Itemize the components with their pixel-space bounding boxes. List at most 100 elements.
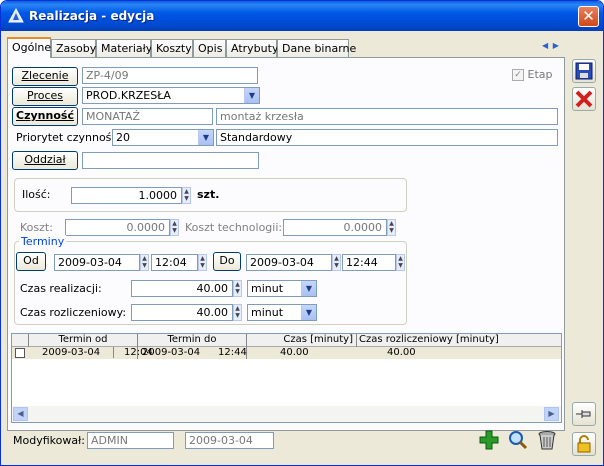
title-bar[interactable]: Realizacja - edycja ✕	[1, 1, 603, 31]
chevron-down-icon[interactable]: ▼	[244, 88, 259, 103]
do-button[interactable]: Do	[213, 252, 241, 271]
pin-icon	[576, 410, 591, 418]
od-date-spinner[interactable]: ▲ ▼	[140, 254, 149, 271]
modified-date-field[interactable]: 2009-03-04	[185, 432, 274, 449]
table-header: Termin od Termin do Czas [minuty] Czas r…	[12, 334, 561, 347]
czynnosc-name-field[interactable]: montaż krzesła	[216, 108, 558, 125]
header-czas[interactable]: Czas [minuty]	[247, 334, 357, 347]
x-icon	[575, 90, 593, 108]
magnifier-icon	[509, 431, 528, 450]
czas-rozl-unit: minut	[251, 306, 284, 319]
header-termin-do[interactable]: Termin do	[138, 334, 247, 347]
tab-materialy[interactable]: Materiały	[96, 39, 152, 57]
zlecenie-field[interactable]: ZP-4/09	[82, 67, 258, 84]
do-date-input[interactable]: 2009-03-04	[246, 254, 332, 271]
od-time-input[interactable]: 12:04	[151, 254, 198, 271]
header-select	[12, 334, 29, 347]
window-title: Realizacja - edycja	[29, 9, 155, 23]
chevron-down-icon[interactable]: ▼	[198, 130, 213, 145]
czas-rozl-label: Czas rozliczeniowy:	[20, 306, 127, 319]
header-czas-rozl[interactable]: Czas rozliczeniowy [minuty]	[357, 334, 561, 347]
od-time-spinner[interactable]: ▲ ▼	[198, 254, 207, 271]
priorytet-dropdown[interactable]: 20 ▼	[112, 129, 214, 146]
ilosc-input[interactable]: 1.0000	[71, 187, 182, 204]
cancel-button[interactable]	[572, 87, 596, 111]
zlecenie-label: Zlecenie	[21, 69, 69, 82]
scroll-left-icon[interactable]: ◀	[13, 407, 28, 421]
koszt-spinner[interactable]: ▲ ▼	[170, 219, 179, 236]
row-termin-do: 2009-03-04 12:44	[142, 347, 247, 359]
tab-ogolne[interactable]: Ogólne	[7, 37, 51, 58]
modified-label: Modyfikował:	[13, 434, 85, 447]
lock-button[interactable]	[572, 432, 596, 456]
koszt-tech-spinner[interactable]: ▲ ▼	[387, 219, 396, 236]
tab-opis[interactable]: Opis	[193, 39, 226, 57]
koszt-tech-label: Koszt technologii:	[185, 221, 283, 234]
oddzial-field[interactable]	[82, 152, 259, 169]
row-od-time: 12:04	[113, 347, 153, 358]
ilosc-unit: szt.	[197, 188, 220, 201]
plus-icon	[479, 430, 499, 450]
add-button[interactable]	[477, 429, 501, 453]
trash-button[interactable]	[535, 429, 559, 453]
proces-label: Proces	[27, 89, 63, 102]
tab-dane-binarne[interactable]: Dane binarne	[277, 39, 356, 57]
koszt-label: Koszt:	[20, 221, 53, 234]
chevron-down-icon[interactable]: ▼	[301, 281, 316, 296]
pin-button[interactable]	[572, 402, 596, 426]
czas-rozl-spinner[interactable]: ▲ ▼	[233, 304, 242, 321]
czynnosc-code-field[interactable]: MONATAŻ	[82, 108, 213, 125]
priorytet-name-field[interactable]: Standardowy	[216, 129, 558, 146]
row-od-date: 2009-03-04	[42, 347, 101, 358]
tab-koszty[interactable]: Koszty	[151, 39, 193, 57]
edit-window: Realizacja - edycja ✕ Ogólne Zasoby Mate…	[0, 0, 604, 466]
floppy-icon	[575, 62, 593, 80]
koszt-tech-input[interactable]: 0.0000	[283, 219, 387, 236]
oddzial-button[interactable]: Oddział	[12, 151, 78, 170]
czas-realizacji-unit: minut	[251, 282, 284, 295]
terminy-table: Termin od Termin do Czas [minuty] Czas r…	[11, 333, 562, 423]
etap-checkbox[interactable]: ✓ Etap	[512, 68, 553, 81]
czas-rozl-unit-dropdown[interactable]: minut ▼	[247, 304, 317, 321]
tab-scroll-arrows[interactable]: ◀ ▶	[542, 41, 562, 53]
modified-by-field[interactable]: ADMIN	[87, 432, 174, 449]
priorytet-label: Priorytet czynności:	[16, 131, 125, 144]
save-button[interactable]	[572, 59, 596, 83]
tab-atrybuty[interactable]: Atrybuty	[226, 39, 278, 57]
app-icon	[8, 8, 24, 23]
czas-realizacji-unit-dropdown[interactable]: minut ▼	[247, 280, 317, 297]
od-button[interactable]: Od	[16, 252, 46, 271]
horizontal-scrollbar[interactable]: ◀ ▶	[12, 406, 561, 422]
row-termin-od: 2009-03-04 12:04	[29, 347, 153, 359]
zlecenie-button[interactable]: Zlecenie	[12, 67, 78, 86]
lock-icon	[577, 435, 591, 453]
do-time-input[interactable]: 12:44	[342, 254, 396, 271]
close-button[interactable]: ✕	[578, 6, 599, 27]
row-checkbox[interactable]	[15, 348, 25, 358]
od-date-input[interactable]: 2009-03-04	[54, 254, 140, 271]
row-do-time: 12:44	[218, 347, 247, 358]
table-row[interactable]: 2009-03-04 12:04 2009-03-04 12:44 40.00 40…	[12, 347, 561, 359]
etap-label: Etap	[527, 68, 553, 81]
tab-zasoby[interactable]: Zasoby	[51, 39, 96, 57]
search-button[interactable]	[506, 429, 530, 453]
czynnosc-button[interactable]: Czynność	[12, 107, 78, 126]
proces-value: PROD.KRZESŁA	[86, 89, 171, 102]
header-termin-od[interactable]: Termin od	[29, 334, 138, 347]
czas-rozl-input[interactable]: 40.00	[131, 304, 233, 321]
czas-realizacji-spinner[interactable]: ▲ ▼	[233, 280, 242, 297]
row-czas: 40.00	[280, 347, 309, 358]
ilosc-spinner[interactable]: ▲ ▼	[182, 187, 191, 204]
do-date-spinner[interactable]: ▲ ▼	[332, 254, 341, 271]
row-czas-rozl: 40.00	[387, 347, 416, 358]
row-do-date: 2009-03-04	[142, 347, 201, 358]
czas-realizacji-input[interactable]: 40.00	[131, 280, 233, 297]
terminy-label: Terminy	[19, 235, 67, 248]
koszt-input[interactable]: 0.0000	[65, 219, 170, 236]
ilosc-label: Ilość:	[22, 188, 51, 201]
do-time-spinner[interactable]: ▲ ▼	[396, 254, 405, 271]
scroll-right-icon[interactable]: ▶	[544, 407, 559, 421]
chevron-down-icon[interactable]: ▼	[301, 305, 316, 320]
proces-button[interactable]: Proces	[12, 87, 78, 106]
proces-dropdown[interactable]: PROD.KRZESŁA ▼	[82, 87, 260, 104]
